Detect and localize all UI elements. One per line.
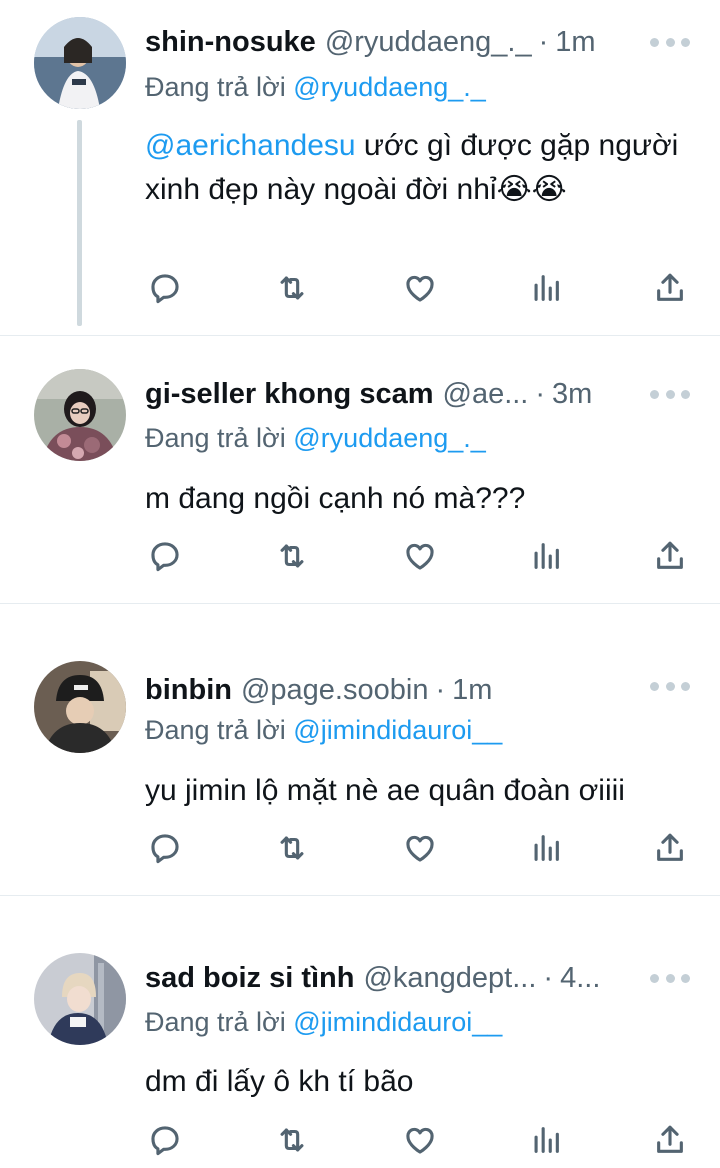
like-icon[interactable] [400,1120,440,1160]
tweet-item[interactable]: gi-seller khong scam @ae... · 3m Đang tr… [0,336,720,603]
views-icon[interactable] [526,1120,566,1160]
replying-to-mention[interactable]: @ryuddaeng_._ [293,423,486,453]
replying-to: Đang trả lời @ryuddaeng_._ [145,419,486,457]
share-icon[interactable] [650,1120,690,1160]
replying-to-mention[interactable]: @ryuddaeng_._ [293,72,486,102]
timestamp[interactable]: 1m [555,22,595,62]
user-handle[interactable]: @page.soobin [241,670,428,710]
tweet-text: m đang ngồi cạnh nó mà??? [145,477,690,521]
views-icon[interactable] [526,536,566,576]
more-options-icon[interactable] [650,388,690,400]
more-options-icon[interactable] [650,972,690,984]
replying-to: Đang trả lời @ryuddaeng_._ [145,68,486,106]
user-handle[interactable]: @kangdept... [363,958,536,998]
timestamp[interactable]: 4... [560,958,600,998]
text-mention[interactable]: @aerichandesu [145,129,356,162]
display-name[interactable]: sad boiz si tình [145,958,354,998]
separator-dot: · [538,26,549,58]
replying-to: Đang trả lời @jimindidauroi__ [145,1003,502,1041]
replying-to-label: Đang trả lời [145,72,286,102]
separator-dot: · [435,674,446,706]
user-handle[interactable]: @ryuddaeng_._ [325,22,532,62]
tweet-header: shin-nosuke @ryuddaeng_._ · 1m [145,22,624,62]
separator-dot: · [535,378,546,410]
share-icon[interactable] [650,268,690,308]
tweet-item[interactable]: sad boiz si tình @kangdept... · 4... Đan… [0,896,720,1168]
timestamp[interactable]: 3m [552,374,592,414]
retweet-icon[interactable] [272,828,312,868]
user-handle[interactable]: @ae... [443,374,529,414]
like-icon[interactable] [400,828,440,868]
avatar[interactable] [34,17,126,109]
retweet-icon[interactable] [272,268,312,308]
display-name[interactable]: gi-seller khong scam [145,374,434,414]
replying-to-label: Đang trả lời [145,1007,286,1037]
tweet-text: yu jimin lộ mặt nè ae quân đoàn ơiiii [145,769,690,813]
reply-icon[interactable] [145,828,185,868]
tweet-header: sad boiz si tình @kangdept... · 4... [145,958,624,998]
reply-icon[interactable] [145,1120,185,1160]
tweet-body: yu jimin lộ mặt nè ae quân đoàn ơiiii [145,774,625,807]
tweet-actions [145,536,695,576]
avatar[interactable] [34,369,126,461]
avatar[interactable] [34,953,126,1045]
replying-to: Đang trả lời @jimindidauroi__ [145,711,502,749]
replying-to-label: Đang trả lời [145,715,286,745]
replying-to-label: Đang trả lời [145,423,286,453]
timestamp[interactable]: 1m [452,670,492,710]
tweet-item[interactable]: binbin @page.soobin · 1m Đang trả lời @j… [0,604,720,895]
share-icon[interactable] [650,828,690,868]
separator-dot: · [543,962,554,994]
like-icon[interactable] [400,536,440,576]
tweet-header: gi-seller khong scam @ae... · 3m [145,374,624,414]
retweet-icon[interactable] [272,1120,312,1160]
thread-line [77,120,82,326]
views-icon[interactable] [526,268,566,308]
display-name[interactable]: shin-nosuke [145,22,316,62]
tweet-body: dm đi lấy ô kh tí bão [145,1065,414,1098]
reply-icon[interactable] [145,536,185,576]
avatar[interactable] [34,661,126,753]
tweet-text: dm đi lấy ô kh tí bão [145,1060,690,1104]
share-icon[interactable] [650,536,690,576]
like-icon[interactable] [400,268,440,308]
more-options-icon[interactable] [650,36,690,48]
display-name[interactable]: binbin [145,670,232,710]
replying-to-mention[interactable]: @jimindidauroi__ [293,1007,502,1037]
tweet-actions [145,268,695,308]
tweet-actions [145,1120,695,1160]
tweet-item[interactable]: shin-nosuke @ryuddaeng_._ · 1m Đang trả … [0,0,720,335]
replying-to-mention[interactable]: @jimindidauroi__ [293,715,502,745]
tweet-body: m đang ngồi cạnh nó mà??? [145,482,526,515]
more-options-icon[interactable] [650,680,690,692]
tweet-text: @aerichandesu ước gì được gặp người xinh… [145,124,690,212]
tweet-header: binbin @page.soobin · 1m [145,670,624,710]
retweet-icon[interactable] [272,536,312,576]
reply-icon[interactable] [145,268,185,308]
views-icon[interactable] [526,828,566,868]
tweet-actions [145,828,695,868]
reply-feed: shin-nosuke @ryuddaeng_._ · 1m Đang trả … [0,0,720,1168]
